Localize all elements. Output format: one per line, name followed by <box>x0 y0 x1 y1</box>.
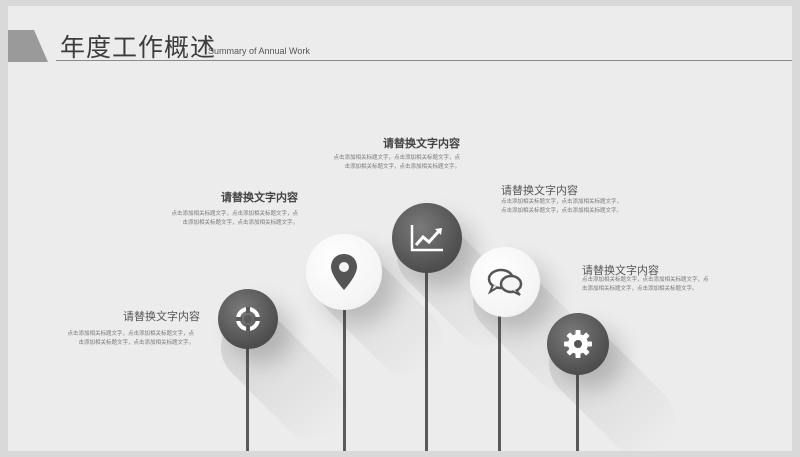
node-stem <box>246 341 249 451</box>
gear-icon <box>564 330 592 358</box>
node-3[interactable] <box>392 203 462 273</box>
item-2-title: 请替换文字内容 <box>221 191 298 204</box>
node-5[interactable] <box>547 313 609 375</box>
item-2-text: 点击添加相关标题文字，点击添加相关标题文字，点击添加相关标题文字，点击添加相关标… <box>171 211 298 226</box>
corner-tab-decoration <box>8 30 48 62</box>
map-pin-icon <box>331 254 357 290</box>
page-title: 年度工作概述 <box>60 33 217 62</box>
lifebuoy-icon <box>236 307 260 331</box>
item-3-title: 请替换文字内容 <box>383 137 460 150</box>
item-1-title: 请替换文字内容 <box>123 310 200 323</box>
item-5-text: 点击添加相关标题文字，点击添加相关标题文字，点击添加相关标题文字，点击添加相关标… <box>582 277 709 292</box>
title-divider <box>56 60 792 61</box>
slide: 年度工作概述 Summary of Annual Work 请替换文字内容 点击… <box>8 6 792 451</box>
line-chart-icon <box>410 225 443 252</box>
node-stem <box>576 368 579 451</box>
node-1[interactable] <box>218 289 278 349</box>
chat-bubbles-icon <box>487 268 523 296</box>
node-stem <box>425 268 428 451</box>
page-subtitle: Summary of Annual Work <box>208 46 310 56</box>
item-4-text: 点击添加相关标题文字，点击添加相关标题文字，点击添加相关标题文字，点击添加相关标… <box>501 199 623 214</box>
item-4-title: 请替换文字内容 <box>501 184 578 197</box>
node-stem <box>498 314 501 451</box>
node-2[interactable] <box>306 234 382 310</box>
item-1-text: 点击添加相关标题文字，点击添加相关标题文字，点击添加相关标题文字，点击添加相关标… <box>67 331 194 346</box>
node-stem <box>343 306 346 451</box>
item-3-text: 点击添加相关标题文字，点击添加相关标题文字，点击添加相关标题文字，点击添加相关标… <box>333 155 460 170</box>
node-4[interactable] <box>470 247 540 317</box>
